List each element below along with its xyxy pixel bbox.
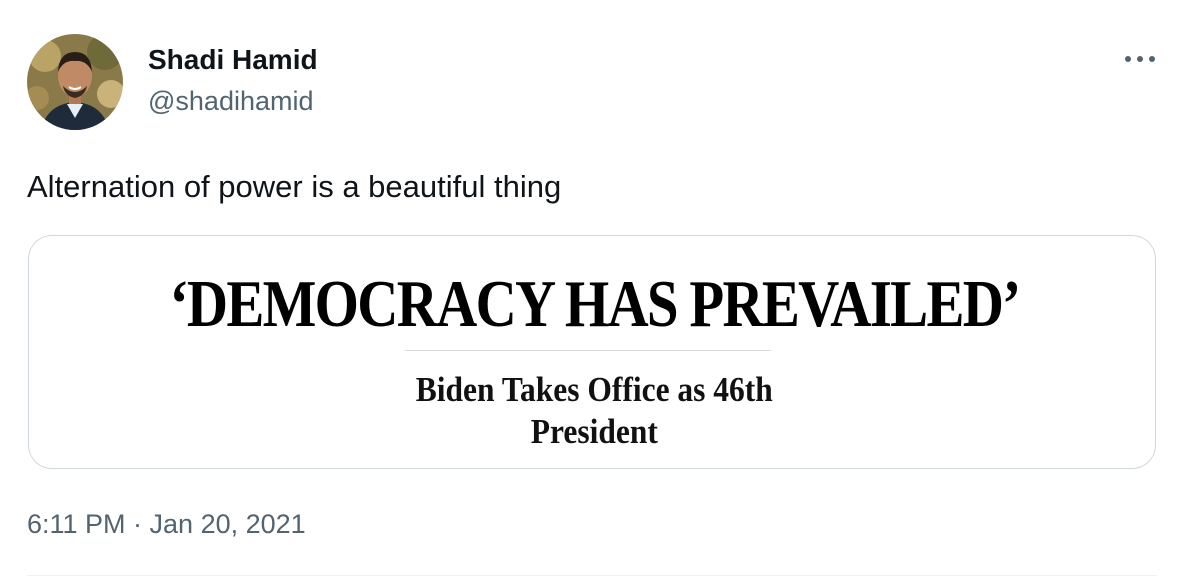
avatar[interactable] [27, 34, 123, 130]
tweet-text: Alternation of power is a beautiful thin… [27, 169, 562, 204]
more-options-button[interactable] [1118, 44, 1162, 74]
author-display-name[interactable]: Shadi Hamid [148, 43, 318, 77]
media-subhead-line-1: Biden Takes Office as 46th [415, 370, 773, 409]
author-handle[interactable]: @shadihamid [148, 84, 314, 118]
more-horizontal-icon [1125, 56, 1155, 62]
media-divider [405, 350, 771, 351]
person-portrait-icon [27, 34, 123, 130]
media-subhead-line-2: President [530, 412, 658, 451]
tweet-timestamp[interactable]: 6:11 PM · Jan 20, 2021 [27, 507, 306, 541]
media-subhead: Biden Takes Office as 46th President [59, 369, 1130, 453]
bottom-divider [27, 575, 1157, 576]
media-headline: ‘DEMOCRACY HAS PREVAILED’ [169, 267, 1021, 341]
